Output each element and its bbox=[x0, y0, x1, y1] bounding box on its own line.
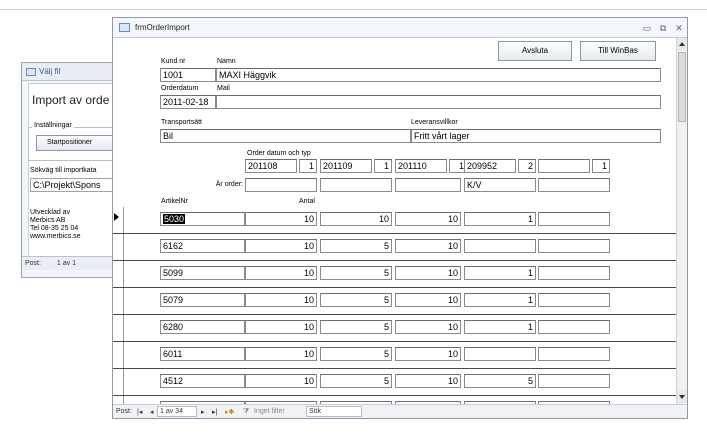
search-input[interactable]: Sök bbox=[306, 406, 362, 417]
antal-field[interactable]: 10 bbox=[395, 374, 461, 388]
artikelnr-field[interactable]: 6011 bbox=[160, 347, 245, 361]
antal-field[interactable]: 5 bbox=[320, 374, 392, 388]
minimize-icon[interactable]: ▭ bbox=[640, 21, 654, 35]
record-number-input[interactable]: 1 av 34 bbox=[157, 406, 197, 417]
antal-field[interactable] bbox=[538, 293, 610, 307]
path-label: Sökväg till importkata bbox=[30, 167, 97, 174]
antal-field[interactable]: 5 bbox=[320, 239, 392, 253]
no-filter-button[interactable]: Inget filter bbox=[254, 408, 285, 415]
scroll-up-button[interactable] bbox=[677, 38, 687, 50]
antal-field[interactable]: 10 bbox=[245, 320, 317, 334]
antal-field[interactable] bbox=[538, 320, 610, 334]
antal-field[interactable] bbox=[538, 374, 610, 388]
row-separator bbox=[113, 368, 676, 369]
antal-field[interactable] bbox=[464, 239, 536, 253]
antal-field[interactable]: 1 bbox=[464, 266, 536, 280]
path-input[interactable]: C:\Projekt\Spons bbox=[30, 178, 120, 192]
settings-group-label: Inställningar bbox=[32, 122, 74, 129]
top-band bbox=[0, 0, 707, 10]
form-icon bbox=[119, 23, 130, 32]
nav-post-label: Post: bbox=[25, 260, 41, 267]
antal-field[interactable]: 10 bbox=[395, 266, 461, 280]
antal-field[interactable]: 10 bbox=[245, 239, 317, 253]
filter-icon: ⧩ bbox=[243, 408, 250, 415]
order-import-window[interactable]: frmOrderImport ▭ ⧉ ✕ Avsluta Till WinBas… bbox=[112, 17, 688, 419]
row-separator bbox=[113, 233, 676, 234]
selected-text: 5030 bbox=[163, 214, 186, 224]
restore-icon[interactable]: ⧉ bbox=[656, 21, 670, 35]
antal-field[interactable]: 5 bbox=[320, 293, 392, 307]
form-icon bbox=[26, 68, 36, 76]
form-body: Avsluta Till WinBas Kund nr Namn 1001 MA… bbox=[113, 38, 676, 404]
antal-field[interactable]: 10 bbox=[245, 266, 317, 280]
developer-info: Utvecklad av Merbics AB Tel 08-35 25 04 … bbox=[30, 209, 81, 240]
prev-record-icon[interactable]: ◂ bbox=[150, 408, 154, 416]
scroll-down-button[interactable] bbox=[677, 390, 687, 403]
antal-field[interactable] bbox=[538, 347, 610, 361]
record-navigation: Post: |◂ ◂ 1 av 34 ▸ ▸| ▸✱ ⧩ Inget filte… bbox=[113, 404, 687, 418]
nav-post-label: Post: bbox=[116, 408, 132, 415]
arrow-down-icon bbox=[679, 395, 685, 399]
antal-field[interactable]: 5 bbox=[320, 266, 392, 280]
row-separator bbox=[113, 341, 676, 342]
close-icon[interactable]: ✕ bbox=[672, 21, 686, 35]
row-separator bbox=[113, 260, 676, 261]
antal-field[interactable]: 5 bbox=[464, 374, 536, 388]
antal-field[interactable]: 10 bbox=[245, 293, 317, 307]
antal-field[interactable]: 10 bbox=[395, 347, 461, 361]
import-heading: Import av orde bbox=[32, 93, 110, 107]
antal-field[interactable] bbox=[464, 347, 536, 361]
antal-field[interactable]: 10 bbox=[395, 293, 461, 307]
order-lines: 5030 10 10 10 1 6162 10 5 10 5099 10 5 10 1 5079 10 5 10 1… bbox=[113, 38, 676, 404]
row-separator bbox=[113, 395, 676, 396]
antal-field[interactable]: 1 bbox=[464, 293, 536, 307]
scroll-thumb[interactable] bbox=[678, 52, 686, 122]
artikelnr-field[interactable]: 5079 bbox=[160, 293, 245, 307]
startpositioner-button[interactable]: Startpositioner bbox=[36, 135, 116, 151]
valj-fil-window[interactable]: Välj fil Import av orde Inställningar St… bbox=[21, 62, 121, 278]
artikelnr-field[interactable]: 6162 bbox=[160, 239, 245, 253]
vertical-scrollbar[interactable] bbox=[676, 38, 687, 404]
valj-fil-title: Välj fil bbox=[39, 67, 61, 76]
window-title: frmOrderImport bbox=[135, 23, 190, 32]
antal-field[interactable]: 10 bbox=[245, 347, 317, 361]
row-separator bbox=[113, 287, 676, 288]
antal-field[interactable]: 10 bbox=[395, 212, 461, 226]
antal-field[interactable]: 10 bbox=[245, 374, 317, 388]
titlebar[interactable]: frmOrderImport ▭ ⧉ ✕ bbox=[113, 18, 687, 38]
nav-record-label: 1 av 1 bbox=[56, 260, 76, 267]
antal-field[interactable]: 10 bbox=[395, 239, 461, 253]
antal-field[interactable]: 5 bbox=[320, 347, 392, 361]
antal-field[interactable] bbox=[538, 239, 610, 253]
first-record-icon[interactable]: |◂ bbox=[137, 408, 142, 416]
antal-field[interactable]: 1 bbox=[464, 212, 536, 226]
next-record-icon[interactable]: ▸ bbox=[201, 408, 205, 416]
valj-fil-titlebar[interactable]: Välj fil bbox=[22, 63, 120, 81]
row-separator bbox=[113, 314, 676, 315]
valj-fil-nav[interactable]: Post: 1 av 1 bbox=[22, 256, 120, 270]
antal-field[interactable]: 5 bbox=[320, 320, 392, 334]
antal-field[interactable] bbox=[538, 266, 610, 280]
artikelnr-field[interactable]: 4512 bbox=[160, 374, 245, 388]
antal-field[interactable]: 10 bbox=[395, 320, 461, 334]
last-record-icon[interactable]: ▸| bbox=[212, 408, 217, 416]
antal-field[interactable]: 10 bbox=[320, 212, 392, 226]
artikelnr-field[interactable]: 5030 bbox=[160, 212, 245, 226]
artikelnr-field[interactable]: 5099 bbox=[160, 266, 245, 280]
artikelnr-field[interactable]: 6280 bbox=[160, 320, 245, 334]
arrow-up-icon bbox=[679, 42, 685, 46]
antal-field[interactable] bbox=[538, 212, 610, 226]
antal-field[interactable]: 10 bbox=[245, 212, 317, 226]
antal-field[interactable]: 1 bbox=[464, 320, 536, 334]
new-record-icon[interactable]: ▸✱ bbox=[225, 408, 234, 416]
